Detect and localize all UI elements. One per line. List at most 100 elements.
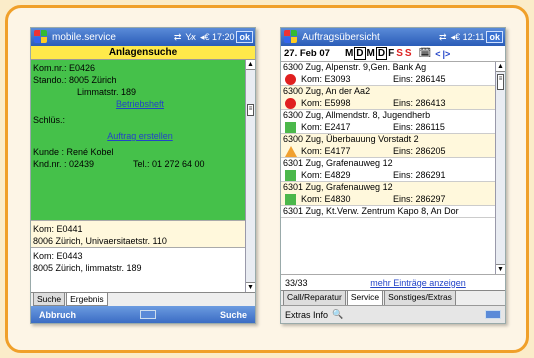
left-device-screen: mobile.service ⇄ Y̷x ◂€ 17:20 ok Anlagen… [30,27,256,324]
order-kom: Kom: E5998 [301,98,351,108]
order-entry[interactable]: 6300 Zug, Allmendstr. 8, Jugendherb Kom: … [281,110,497,134]
tab-service[interactable]: Service [346,291,384,306]
order-details: Kom: E4830 Eins: 286297 [281,193,497,205]
result-kom: Kom: E0443 [33,251,83,261]
status-red-dot-icon [285,97,296,109]
order-address: 6300 Zug, Überbauung Vorstadt 2 [283,134,419,144]
left-page-header: Anlagensuche [31,46,255,60]
order-entry[interactable]: 6301 Zug, Kt.Verw. Zentrum Kapo 8, An Do… [281,206,497,218]
calendar-icon[interactable]: 🗓 [419,48,432,59]
standort-field: Stando.: 8005 Zürich [33,75,117,85]
left-title-bar: mobile.service ⇄ Y̷x ◂€ 17:20 ok [31,28,255,46]
kunde-field: Kunde : René Kobel [33,147,114,157]
order-eins: Eins: 286291 [393,170,446,180]
tab-ergebnis[interactable]: Ergebnis [66,293,108,306]
right-device-screen: Auftragsübersicht ⇄ ◂€ 12:11 ok 27. Feb … [280,27,506,324]
order-details: Kom: E4177 Eins: 286205 [281,145,497,157]
tab-suche[interactable]: Suche [33,293,66,306]
order-kom: Kom: E4830 [301,194,351,204]
current-date: 27. Feb 07 [284,48,330,59]
order-address: 6301 Zug, Kt.Verw. Zentrum Kapo 8, An Do… [283,206,459,216]
status-green-square-icon [285,193,296,205]
keyboard-icon[interactable] [139,310,156,319]
order-entry[interactable]: 6300 Zug, Überbauung Vorstadt 2 Kom: E417… [281,134,497,158]
scroll-down-icon[interactable]: ▼ [496,264,505,274]
left-clock[interactable]: ◂€ 17:20 [200,32,235,43]
scroll-thumb[interactable]: ≡ [497,74,504,90]
next-arrow-icon[interactable]: |> [443,49,451,59]
tel-field: Tel.: 01 272 64 00 [133,159,205,169]
right-app-title: Auftragsübersicht [302,31,380,43]
extras-info-menu[interactable]: Extras Info [285,310,328,320]
order-address: 6300 Zug, Allmendstr. 8, Jugendherb [283,110,431,120]
scroll-thumb[interactable]: ≡ [247,104,254,116]
schluessel-field: Schlüs.: [33,115,66,125]
day-thursday[interactable]: D [375,47,388,60]
left-scrollbar[interactable]: ▲ ≡ ▼ [245,60,255,292]
right-ok-button[interactable]: ok [486,31,503,43]
right-clock[interactable]: ◂€ 12:11 [451,32,485,43]
order-eins: Eins: 286413 [393,98,446,108]
order-address: 6301 Zug, Grafenauweg 12 [283,158,393,168]
day-tuesday[interactable]: D [354,47,366,60]
street-field: Limmatstr. 189 [77,87,137,97]
connectivity-icon[interactable]: ⇄ [174,32,182,43]
right-title-bar: Auftragsübersicht ⇄ ◂€ 12:11 ok [281,28,505,46]
day-friday[interactable]: F [387,48,395,59]
date-navigation-bar: 27. Feb 07 M D M D F S S 🗓 < |> [281,46,505,62]
order-details: Kom: E2417 Eins: 286115 [281,121,497,133]
keyboard-icon[interactable] [485,310,501,319]
result-kom: Kom: E0441 [33,224,83,234]
tab-sonstiges-extras[interactable]: Sonstiges/Extras [384,291,456,306]
signal-icon[interactable]: Y̷x [185,32,196,42]
order-details: Kom: E3093 Eins: 286145 [281,73,497,85]
prev-arrow-icon[interactable]: < [435,49,440,59]
order-list: 6300 Zug, Alpenstr. 9,Gen. Bank Ag Kom: E… [281,62,497,274]
day-monday[interactable]: M [344,48,354,59]
status-orange-triangle-icon [285,145,297,157]
betriebsheft-link[interactable]: Betriebsheft [31,98,247,110]
windows-start-icon[interactable] [283,30,299,44]
day-sunday[interactable]: S [404,48,413,59]
entry-count: 33/33 [285,277,308,288]
tab-call-reparatur[interactable]: Call/Reparatur [283,291,346,306]
status-red-dot-icon [285,73,296,85]
order-details: Kom: E5998 Eins: 286413 [281,97,497,109]
order-kom: Kom: E3093 [301,74,351,84]
day-wednesday[interactable]: M [366,48,376,59]
order-entry[interactable]: 6301 Zug, Grafenauweg 12 Kom: E4829 Eins: … [281,158,497,182]
order-kom: Kom: E4177 [301,146,351,156]
auftrag-erstellen-link[interactable]: Auftrag erstellen [31,130,247,142]
scroll-up-icon[interactable]: ▲ [496,62,505,72]
order-entry[interactable]: 6300 Zug, An der Aa2 Kom: E5998 Eins: 2864… [281,86,497,110]
abbruch-softkey[interactable]: Abbruch [39,310,76,320]
scroll-down-icon[interactable]: ▼ [246,282,255,292]
search-results-list: Kom: E0441 8006 Zürich, Univaersitaetstr… [31,220,247,274]
left-app-title: mobile.service [52,31,116,43]
connectivity-icon[interactable]: ⇄ [439,32,447,43]
order-kom: Kom: E4829 [301,170,351,180]
right-tab-bar: Call/Reparatur Service Sonstiges/Extras [281,290,505,306]
order-kom: Kom: E2417 [301,122,351,132]
order-eins: Eins: 286205 [393,146,446,156]
right-scrollbar[interactable]: ▲ ≡ ▼ [495,62,505,274]
day-saturday[interactable]: S [395,48,404,59]
windows-start-icon[interactable] [33,30,49,44]
search-icon[interactable]: 🔍 [332,309,343,320]
result-item[interactable]: Kom: E0443 8005 Zürich, limmatstr. 189 [31,247,247,274]
left-softkey-bar: Abbruch Suche [31,306,255,323]
order-address: 6300 Zug, An der Aa2 [283,86,371,96]
left-ok-button[interactable]: ok [236,31,253,43]
order-eins: Eins: 286145 [393,74,446,84]
order-eins: Eins: 286115 [393,122,445,132]
status-green-square-icon [285,169,296,181]
order-eins: Eins: 286297 [393,194,446,204]
order-entry[interactable]: 6301 Zug, Grafenauweg 12 Kom: E4830 Eins: … [281,182,497,206]
scroll-up-icon[interactable]: ▲ [246,60,255,70]
order-entry[interactable]: 6300 Zug, Alpenstr. 9,Gen. Bank Ag Kom: E… [281,62,497,86]
result-item[interactable]: Kom: E0441 8006 Zürich, Univaersitaetstr… [31,220,247,247]
left-tab-bar: Suche Ergebnis [31,292,255,306]
more-entries-link[interactable]: mehr Einträge anzeigen [335,278,501,288]
result-address: 8006 Zürich, Univaersitaetstr. 110 [33,236,167,246]
suche-softkey[interactable]: Suche [220,310,247,320]
